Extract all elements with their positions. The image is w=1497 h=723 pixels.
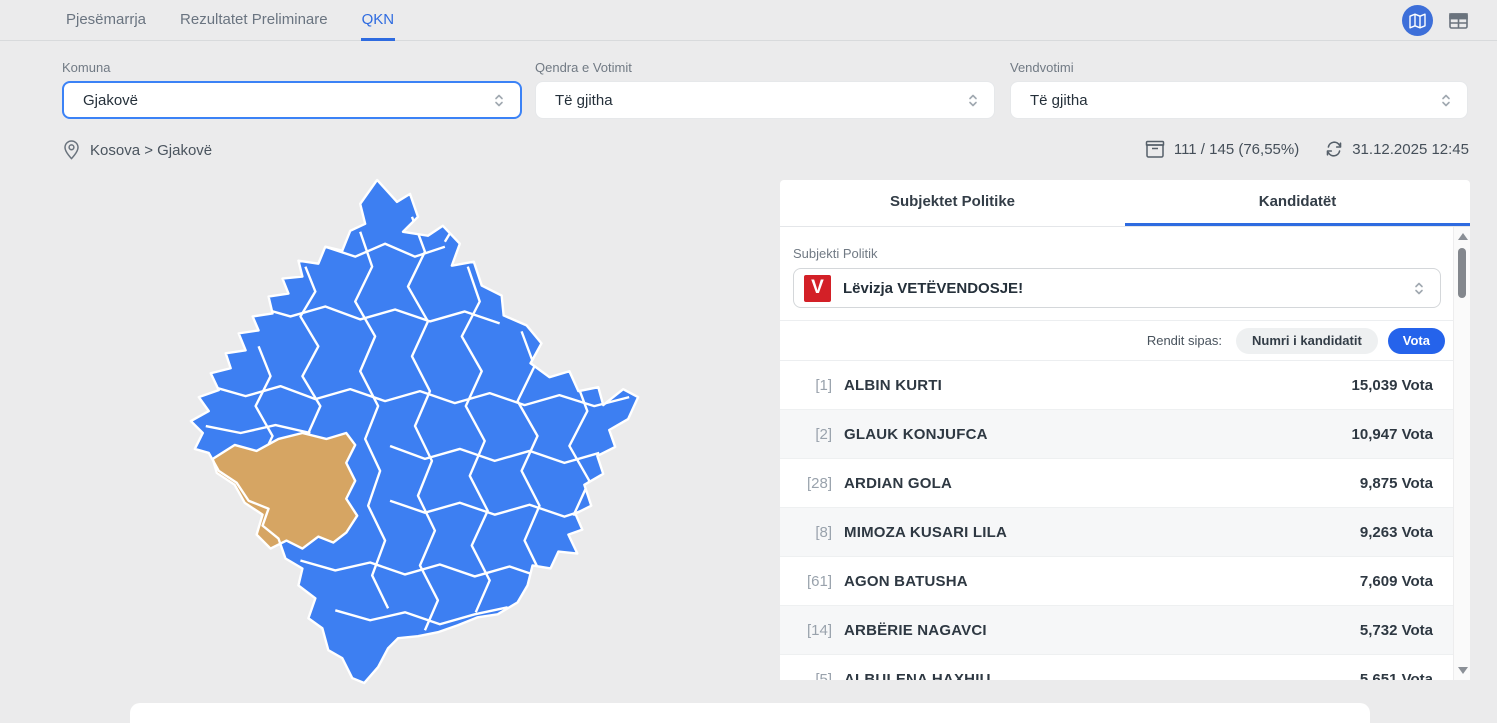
bottom-card [130, 703, 1370, 723]
candidate-votes: 7,609 Vota [1359, 572, 1433, 590]
view-toggle [1402, 0, 1469, 41]
candidate-row[interactable]: [61] AGON BATUSHA 7,609 Vota [780, 557, 1453, 606]
panel-body: Subjekti Politik V Lëvizja VETËVENDOSJE!… [780, 227, 1453, 680]
subject-select[interactable]: V Lëvizja VETËVENDOSJE! [793, 268, 1441, 308]
candidate-name: AGON BATUSHA [844, 572, 968, 590]
breadcrumb-text: Kosova > Gjakovë [90, 141, 213, 159]
chevron-updown-icon [1412, 280, 1426, 297]
candidate-row[interactable]: [8] MIMOZA KUSARI LILA 9,263 Vota [780, 508, 1453, 557]
tab-pjesemarrja[interactable]: Pjesëmarrja [65, 0, 147, 41]
filter-qendra-e-votimit: Qendra e Votimit Të gjitha [535, 60, 995, 119]
filter-label: Qendra e Votimit [535, 60, 632, 75]
candidate-number: [5] [815, 670, 832, 681]
candidate-votes: 9,263 Vota [1359, 523, 1433, 541]
candidate-number: [8] [815, 523, 832, 541]
table-view-button[interactable] [1447, 10, 1469, 32]
breadcrumb: Kosova > Gjakovë [63, 140, 212, 160]
candidate-number: [61] [806, 572, 832, 590]
sort-by-number-button[interactable]: Numri i kandidatit [1235, 327, 1378, 354]
status-row: Kosova > Gjakovë 111 / 145 (76,55%) 31.1… [0, 140, 1497, 166]
panel-scrollbar[interactable] [1453, 227, 1470, 680]
candidate-name: MIMOZA KUSARI LILA [844, 523, 1008, 541]
updated-stat: 31.12.2025 12:45 [1325, 140, 1469, 158]
candidate-number: [1] [815, 376, 832, 394]
filter-label: Vendvotimi [1010, 60, 1074, 75]
sort-label: Rendit sipas: [1146, 333, 1222, 348]
panel-tabs: Subjektet Politike Kandidatët [780, 180, 1470, 227]
tab-qkn[interactable]: QKN [360, 0, 396, 41]
candidate-list[interactable]: [1] ALBIN KURTI 15,039 Vota [2] GLAUK KO… [780, 360, 1453, 680]
selected-region-gjakove [211, 431, 359, 550]
select-value: Gjakovë [83, 91, 139, 109]
map-icon [1409, 13, 1426, 29]
subject-section: Subjekti Politik V Lëvizja VETËVENDOSJE! [780, 227, 1453, 320]
chevron-updown-icon [966, 92, 980, 109]
top-header: Pjesëmarrja Rezultatet Preliminare QKN [0, 0, 1497, 41]
komuna-select[interactable]: Gjakovë [62, 81, 522, 119]
candidate-votes: 5,651 Vota [1359, 670, 1433, 681]
scroll-up-arrow[interactable] [1458, 233, 1468, 240]
candidate-votes: 10,947 Vota [1351, 425, 1433, 443]
counted-text: 111 / 145 (76,55%) [1173, 140, 1300, 158]
candidate-row[interactable]: [14] ARBËRIE NAGAVCI 5,732 Vota [780, 606, 1453, 655]
select-value: Të gjitha [555, 91, 613, 109]
candidate-row[interactable]: [1] ALBIN KURTI 15,039 Vota [780, 361, 1453, 410]
chevron-updown-icon [492, 92, 506, 109]
qendra-select[interactable]: Të gjitha [535, 81, 995, 119]
stats: 111 / 145 (76,55%) 31.12.2025 12:45 [1145, 140, 1469, 158]
filter-label: Komuna [62, 60, 111, 75]
subject-value: Lëvizja VETËVENDOSJE! [843, 279, 1024, 297]
filter-vendvotimi: Vendvotimi Të gjitha [1010, 60, 1468, 119]
kosovo-map[interactable] [150, 172, 670, 690]
counted-stat: 111 / 145 (76,55%) [1145, 140, 1299, 158]
candidate-name: ALBIN KURTI [844, 376, 943, 394]
candidate-row[interactable]: [2] GLAUK KONJUFCA 10,947 Vota [780, 410, 1453, 459]
select-value: Të gjitha [1030, 91, 1088, 109]
tab-subjektet-politike[interactable]: Subjektet Politike [780, 180, 1125, 226]
candidate-name: ARDIAN GOLA [844, 474, 953, 492]
table-icon [1448, 12, 1468, 29]
candidate-number: [14] [806, 621, 832, 639]
chevron-updown-icon [1439, 92, 1453, 109]
scroll-down-arrow[interactable] [1458, 667, 1468, 674]
refresh-icon [1325, 140, 1343, 158]
candidate-name: ARBËRIE NAGAVCI [844, 621, 987, 639]
candidate-votes: 9,875 Vota [1359, 474, 1433, 492]
sort-by-votes-button[interactable]: Vota [1387, 327, 1445, 354]
scrollbar-thumb[interactable] [1458, 248, 1466, 298]
candidate-number: [2] [815, 425, 832, 443]
vendvotimi-select[interactable]: Të gjitha [1010, 81, 1468, 119]
candidate-name: GLAUK KONJUFCA [844, 425, 988, 443]
candidate-row[interactable]: [28] ARDIAN GOLA 9,875 Vota [780, 459, 1453, 508]
tab-rezultatet-preliminare[interactable]: Rezultatet Preliminare [179, 0, 329, 41]
tab-kandidatet[interactable]: Kandidatët [1125, 180, 1470, 226]
location-pin-icon [63, 140, 80, 160]
sort-row: Rendit sipas: Numri i kandidatit Vota [780, 320, 1453, 360]
updated-text: 31.12.2025 12:45 [1352, 140, 1469, 158]
map-view-button[interactable] [1402, 5, 1433, 36]
candidate-votes: 15,039 Vota [1351, 376, 1433, 394]
candidate-votes: 5,732 Vota [1359, 621, 1433, 639]
subject-label: Subjekti Politik [793, 246, 878, 261]
main-tabs: Pjesëmarrja Rezultatet Preliminare QKN [65, 0, 396, 41]
filter-komuna: Komuna Gjakovë [62, 60, 522, 119]
ballot-box-icon [1145, 140, 1165, 158]
candidate-row[interactable]: [5] ALBULENA HAXHIU 5,651 Vota [780, 655, 1453, 681]
candidate-name: ALBULENA HAXHIU [844, 670, 991, 681]
party-logo: V [804, 274, 831, 302]
results-panel: Subjektet Politike Kandidatët Subjekti P… [780, 180, 1470, 680]
candidate-number: [28] [806, 474, 832, 492]
